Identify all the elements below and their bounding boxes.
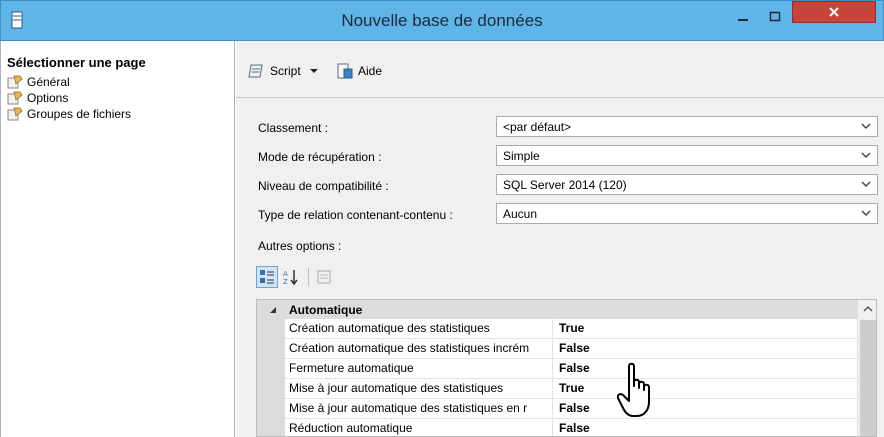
svg-text:A: A [283, 270, 288, 278]
help-icon [337, 63, 353, 79]
property-value[interactable]: False [553, 399, 857, 419]
nav-item-options[interactable]: Options [7, 90, 68, 106]
recovery-value: Simple [503, 148, 540, 163]
page-icon [7, 75, 23, 89]
property-name: Création automatique des statistiques in… [285, 339, 553, 359]
property-grid: Automatique Création automatique des sta… [256, 299, 877, 437]
page-icon [7, 91, 23, 105]
row-gutter [257, 419, 285, 436]
nav-item-label: Général [27, 75, 70, 89]
nav-item-label: Options [27, 91, 69, 105]
options-pane: Script Aide Classement : <par défaut> Mo… [236, 41, 884, 437]
property-row[interactable]: Fermeture automatique False [257, 359, 857, 379]
title-bar: Nouvelle base de données [0, 0, 884, 41]
toolbar-separator [308, 268, 309, 286]
collation-value: <par défaut> [503, 119, 572, 134]
property-value[interactable]: False [553, 339, 857, 359]
scroll-up-icon[interactable] [862, 304, 874, 314]
vertical-scrollbar[interactable] [857, 300, 876, 436]
property-name: Création automatique des statistiques [285, 319, 553, 339]
collapse-triangle-icon[interactable] [267, 304, 279, 316]
compat-value: SQL Server 2014 (120) [503, 177, 627, 192]
row-gutter [257, 399, 285, 419]
script-button[interactable]: Script [248, 61, 319, 81]
containment-value: Aucun [503, 206, 538, 221]
compat-combo[interactable]: SQL Server 2014 (120) [496, 174, 878, 195]
category-automatic[interactable]: Automatique [257, 300, 857, 319]
page-selector-header: Sélectionner une page [7, 55, 146, 70]
property-value[interactable]: True [553, 379, 857, 399]
toolbar: Script Aide [236, 41, 884, 98]
property-value[interactable]: True [553, 319, 857, 339]
chevron-down-icon [861, 181, 871, 188]
maximize-icon [769, 11, 781, 22]
close-button[interactable] [792, 1, 876, 23]
property-grid-toolbar: A Z [256, 264, 376, 290]
nav-item-general[interactable]: Général [7, 74, 70, 90]
minimize-button[interactable] [729, 2, 757, 32]
property-row[interactable]: Mise à jour automatique des statistiques… [257, 399, 857, 419]
category-label: Automatique [289, 302, 363, 317]
page-icon [7, 107, 23, 121]
sort-alpha-icon: A Z [283, 270, 298, 285]
page-selector-pane: Sélectionner une page Général Options Gr… [0, 41, 235, 437]
help-button[interactable]: Aide [336, 61, 382, 81]
scroll-thumb[interactable] [860, 320, 876, 436]
categorized-button[interactable] [256, 266, 278, 288]
row-gutter [257, 339, 285, 359]
chevron-down-icon [861, 210, 871, 217]
close-icon [829, 7, 839, 17]
property-pages-icon [317, 270, 331, 284]
property-row[interactable]: Mise à jour automatique des statistiques… [257, 379, 857, 399]
nav-item-label: Groupes de fichiers [27, 107, 132, 121]
other-options-label: Autres options : [258, 239, 342, 253]
property-name: Fermeture automatique [285, 359, 553, 379]
property-name: Mise à jour automatique des statistiques… [285, 399, 553, 419]
row-gutter [257, 379, 285, 399]
property-row[interactable]: Création automatique des statistiques Tr… [257, 319, 857, 339]
script-icon [248, 64, 263, 78]
collation-label: Classement : [258, 121, 329, 135]
chevron-down-icon [861, 123, 871, 130]
minimize-icon [738, 19, 748, 21]
help-label: Aide [358, 64, 383, 78]
recovery-combo[interactable]: Simple [496, 145, 878, 166]
chevron-down-icon [861, 152, 871, 159]
row-gutter [257, 359, 285, 379]
property-name: Réduction automatique [285, 419, 553, 436]
property-row[interactable]: Réduction automatique False [257, 419, 857, 436]
nav-item-filegroups[interactable]: Groupes de fichiers [7, 106, 131, 122]
categorized-icon [260, 270, 274, 284]
containment-combo[interactable]: Aucun [496, 203, 878, 224]
property-name: Mise à jour automatique des statistiques [285, 379, 553, 399]
hand-cursor-icon [617, 362, 650, 417]
property-value[interactable]: False [553, 419, 857, 436]
svg-text:Z: Z [283, 278, 288, 285]
containment-label: Type de relation contenant-contenu : [258, 208, 453, 222]
collation-combo[interactable]: <par défaut> [496, 116, 878, 137]
script-label: Script [270, 64, 301, 78]
chevron-down-icon [309, 69, 318, 73]
maximize-button[interactable] [761, 2, 789, 32]
recovery-label: Mode de récupération : [258, 150, 382, 164]
row-gutter [257, 319, 285, 339]
property-pages-button[interactable] [313, 266, 335, 288]
sort-alpha-button[interactable]: A Z [280, 266, 302, 288]
property-row[interactable]: Création automatique des statistiques in… [257, 339, 857, 359]
property-value[interactable]: False [553, 359, 857, 379]
compat-label: Niveau de compatibilité : [258, 179, 389, 193]
